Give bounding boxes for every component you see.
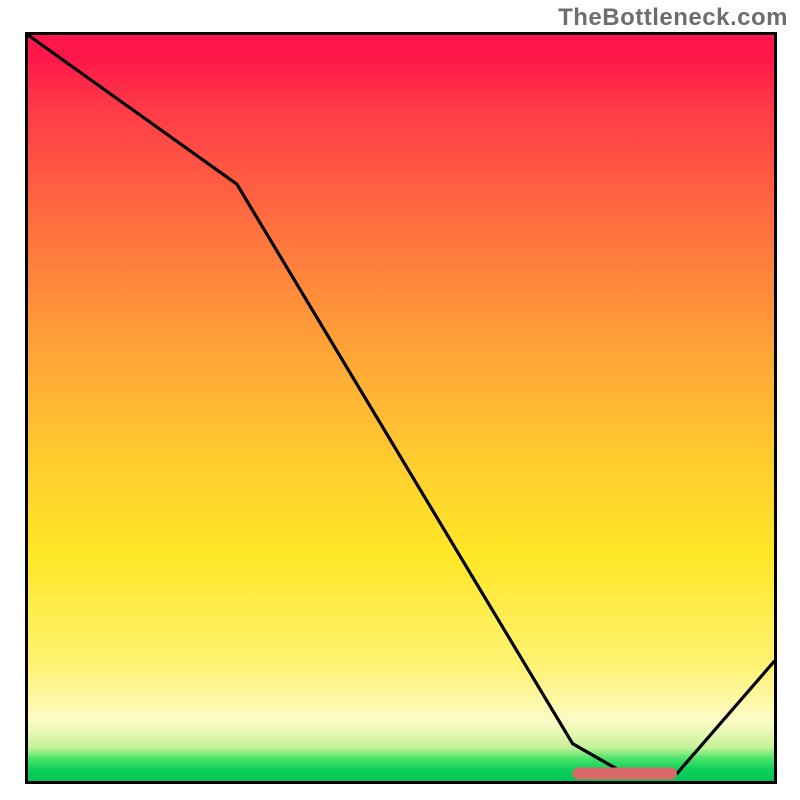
chart-overlay [28, 35, 774, 781]
bottleneck-curve [28, 35, 774, 774]
watermark-text: TheBottleneck.com [558, 4, 788, 32]
chart-stage: TheBottleneck.com [0, 0, 800, 800]
plot-frame [25, 32, 777, 784]
optimal-marker [573, 768, 677, 780]
